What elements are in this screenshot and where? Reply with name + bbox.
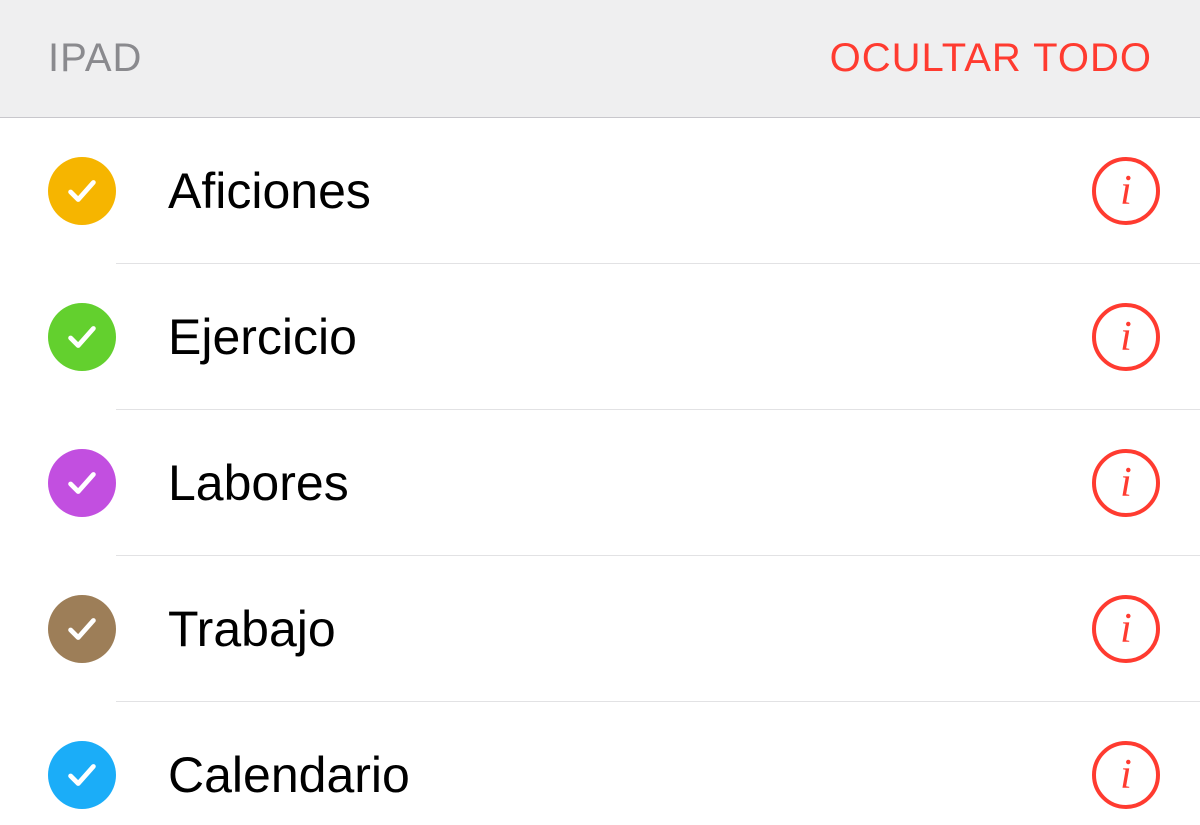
calendar-label: Calendario	[168, 746, 1092, 804]
info-letter: i	[1120, 170, 1132, 212]
checkmark-icon[interactable]	[48, 595, 116, 663]
calendar-label: Aficiones	[168, 162, 1092, 220]
calendar-label: Ejercicio	[168, 308, 1092, 366]
info-letter: i	[1120, 316, 1132, 358]
row-content: Calendario i	[116, 702, 1200, 825]
row-content: Ejercicio i	[116, 264, 1200, 410]
checkmark-icon[interactable]	[48, 303, 116, 371]
info-icon[interactable]: i	[1092, 303, 1160, 371]
section-title: IPAD	[48, 36, 142, 81]
info-icon[interactable]: i	[1092, 449, 1160, 517]
row-content: Labores i	[116, 410, 1200, 556]
calendar-label: Trabajo	[168, 600, 1092, 658]
info-letter: i	[1120, 462, 1132, 504]
calendar-row-calendario[interactable]: Calendario i	[0, 702, 1200, 825]
info-icon[interactable]: i	[1092, 157, 1160, 225]
section-header: IPAD OCULTAR TODO	[0, 0, 1200, 118]
checkmark-icon[interactable]	[48, 449, 116, 517]
calendar-row-trabajo[interactable]: Trabajo i	[0, 556, 1200, 702]
row-content: Trabajo i	[116, 556, 1200, 702]
calendar-label: Labores	[168, 454, 1092, 512]
info-letter: i	[1120, 754, 1132, 796]
info-letter: i	[1120, 608, 1132, 650]
calendar-list: Aficiones i Ejercicio i Labores i	[0, 118, 1200, 825]
row-content: Aficiones i	[116, 118, 1200, 264]
calendar-row-aficiones[interactable]: Aficiones i	[0, 118, 1200, 264]
hide-all-button[interactable]: OCULTAR TODO	[830, 36, 1152, 81]
checkmark-icon[interactable]	[48, 741, 116, 809]
calendar-row-labores[interactable]: Labores i	[0, 410, 1200, 556]
info-icon[interactable]: i	[1092, 741, 1160, 809]
calendar-row-ejercicio[interactable]: Ejercicio i	[0, 264, 1200, 410]
info-icon[interactable]: i	[1092, 595, 1160, 663]
checkmark-icon[interactable]	[48, 157, 116, 225]
